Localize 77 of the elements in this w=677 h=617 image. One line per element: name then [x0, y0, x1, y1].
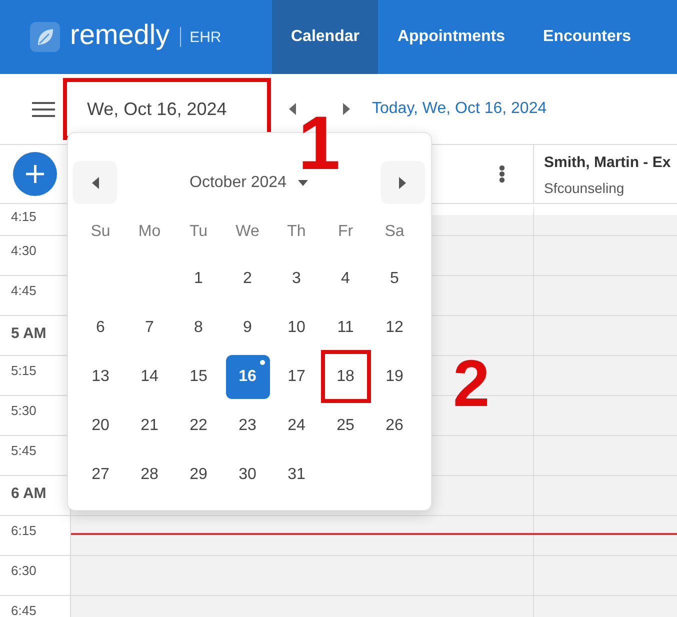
leaf-icon — [30, 22, 60, 52]
calendar-day[interactable]: 18 — [320, 350, 370, 403]
column-menu-button[interactable] — [499, 165, 505, 183]
time-label: 4:30 — [11, 243, 36, 258]
calendar-slot[interactable] — [71, 515, 534, 555]
time-label: 6:15 — [11, 523, 36, 538]
calendar-day[interactable]: 12 — [372, 306, 416, 350]
weekday-label: Fr — [338, 222, 354, 242]
time-label: 5:45 — [11, 443, 36, 458]
nav-tab[interactable]: Appointments — [378, 0, 524, 74]
weekday-label: Sa — [384, 222, 404, 242]
calendar-day[interactable]: 2 — [226, 256, 270, 300]
callout-number: 1 — [298, 117, 340, 172]
calendar-day[interactable]: 3 — [274, 256, 318, 300]
previous-month-button[interactable] — [73, 161, 117, 204]
weekday-label: We — [236, 222, 260, 242]
calendar-day[interactable]: 14 — [128, 354, 172, 398]
calendar-day[interactable]: 9 — [226, 306, 270, 350]
calendar-day[interactable]: 25 — [324, 404, 368, 448]
calendar-day[interactable]: 21 — [128, 404, 172, 448]
menu-button[interactable] — [32, 102, 55, 116]
callout-number: 2 — [453, 360, 490, 408]
caret-right-icon — [343, 103, 350, 115]
weekday-label: Mo — [138, 222, 161, 242]
calendar-day[interactable]: 29 — [176, 452, 220, 496]
calendar-day[interactable]: 26 — [372, 404, 416, 448]
calendar-day[interactable]: 22 — [176, 404, 220, 448]
time-label: 6:45 — [11, 603, 36, 617]
weekday-label: Tu — [189, 222, 208, 242]
caret-right-icon — [399, 176, 406, 188]
caret-down-icon — [298, 180, 308, 186]
menu-icon — [32, 102, 55, 116]
calendar-slot[interactable] — [534, 515, 677, 555]
caret-left-icon — [289, 103, 296, 115]
calendar-day[interactable]: 27 — [78, 452, 122, 496]
column-subtitle: Sfcounseling — [544, 179, 626, 198]
add-button[interactable] — [13, 152, 57, 196]
calendar-day[interactable]: 11 — [324, 306, 368, 350]
calendar-day[interactable]: 15 — [176, 354, 220, 398]
calendar-day[interactable]: 17 — [274, 354, 318, 398]
calendar-day[interactable]: 8 — [176, 306, 220, 350]
calendar-day[interactable]: 13 — [78, 354, 122, 398]
today-link[interactable]: Today, We, Oct 16, 2024 — [372, 97, 547, 121]
calendar-day[interactable]: 6 — [78, 306, 122, 350]
caret-left-icon — [92, 176, 98, 188]
logo-wordmark: remedly — [70, 21, 170, 52]
calendar-day[interactable]: 19 — [372, 354, 416, 398]
calendar-day[interactable]: 31 — [274, 452, 318, 496]
next-month-button[interactable] — [380, 161, 425, 204]
calendar-day[interactable]: 28 — [128, 452, 172, 496]
nav-tab[interactable]: Encounters — [524, 0, 650, 74]
calendar-day[interactable]: 30 — [226, 452, 270, 496]
weekday-label: Th — [287, 222, 306, 242]
calendar-day[interactable]: 23 — [226, 404, 270, 448]
nav-tab[interactable]: Calendar — [272, 0, 378, 74]
calendar-day[interactable]: 5 — [372, 256, 416, 300]
time-label: 4:45 — [11, 283, 36, 298]
calendar-day[interactable]: 20 — [78, 404, 122, 448]
today-dot-icon — [260, 360, 264, 364]
weekday-label: Su — [90, 222, 110, 242]
calendar-day[interactable]: 10 — [274, 306, 318, 350]
time-label: 6 AM — [11, 485, 46, 502]
time-label: 4:15 — [11, 209, 36, 224]
column-title: Smith, Martin - Ex — [544, 153, 672, 173]
time-label: 5:15 — [11, 363, 36, 378]
plus-icon — [26, 165, 44, 183]
vertical-dots-icon — [499, 165, 505, 183]
calendar-day[interactable]: 7 — [128, 306, 172, 350]
calendar-day[interactable]: 24 — [274, 404, 318, 448]
calendar-day[interactable]: 4 — [324, 256, 368, 300]
time-label: 5 AM — [11, 325, 46, 342]
product-label: EHR — [190, 30, 222, 44]
calendar-day[interactable]: 1 — [176, 256, 220, 300]
calendar-day[interactable]: 16 — [226, 354, 270, 398]
time-label: 5:30 — [11, 403, 36, 418]
month-select[interactable]: October 2024 — [190, 170, 308, 194]
time-label: 6:30 — [11, 563, 36, 578]
